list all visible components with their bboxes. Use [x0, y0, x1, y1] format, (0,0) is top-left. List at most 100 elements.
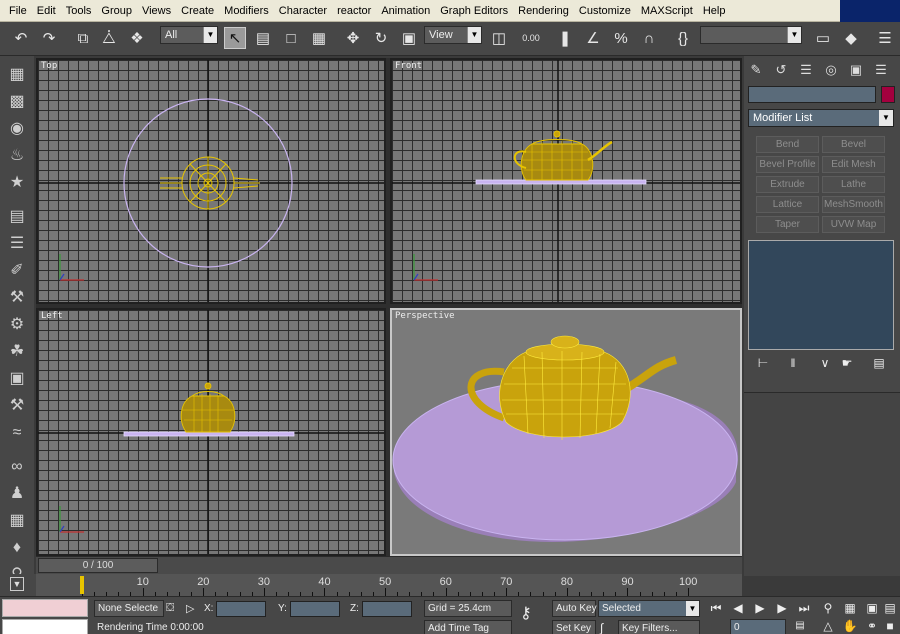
gear-icon[interactable]: ⚙ [6, 314, 28, 336]
viewport-top[interactable]: Top [36, 58, 386, 304]
menu-rendering[interactable]: Rendering [513, 0, 574, 22]
previous-frame-icon[interactable]: ◀ [728, 599, 748, 617]
named-selection-sets-dropdown[interactable]: ▼ [700, 26, 802, 44]
time-slider-track[interactable]: 0 / 100 [36, 556, 742, 574]
field-of-view-icon[interactable]: △ [818, 617, 838, 634]
time-configuration-icon[interactable]: ▤ [790, 617, 810, 634]
lamp-icon[interactable]: ☘ [6, 341, 28, 363]
pan-icon[interactable]: ✋ [840, 617, 860, 634]
make-unique-icon[interactable]: ∨ [814, 356, 836, 372]
menu-help[interactable]: Help [698, 0, 731, 22]
object-color-swatch[interactable] [881, 86, 895, 103]
modifier-button-meshsmooth[interactable]: MeshSmooth [822, 196, 885, 213]
display-tab-icon[interactable]: ▣ [846, 60, 866, 80]
snap-toggle-icon[interactable]: ❚ [554, 27, 576, 49]
motion-tab-icon[interactable]: ◎ [821, 60, 841, 80]
arc-rotate-icon[interactable]: ⚭ [862, 617, 882, 634]
next-frame-icon[interactable]: ▶ [772, 599, 792, 617]
menu-animation[interactable]: Animation [376, 0, 435, 22]
maxscript-listener-field[interactable] [2, 599, 88, 617]
modifier-list-dropdown[interactable]: Modifier List ▼ [748, 109, 894, 127]
percent-snap-icon[interactable]: % [610, 27, 632, 49]
object-name-field[interactable] [748, 86, 876, 103]
modifier-stack-view[interactable] [748, 240, 894, 350]
modifier-button-bevel-profile[interactable]: Bevel Profile [756, 156, 819, 173]
show-end-result-icon[interactable]: ‖ [782, 356, 804, 372]
menu-customize[interactable]: Customize [574, 0, 636, 22]
zoom-icon[interactable]: ⚲ [818, 599, 838, 617]
align-icon[interactable]: ◆ [840, 27, 862, 49]
y-coordinate-field[interactable] [290, 601, 340, 617]
menu-views[interactable]: Views [137, 0, 176, 22]
viewport-perspective[interactable]: Perspective [390, 308, 742, 556]
mirror-icon[interactable]: ▭ [812, 27, 834, 49]
edit-named-selection-icon[interactable]: {} [672, 27, 694, 49]
time-slider[interactable]: 0 / 100 [38, 558, 158, 573]
remove-modifier-icon[interactable]: ☛ [836, 356, 858, 372]
key-mode-dropdown[interactable]: Selected ▼ [598, 600, 700, 617]
scale-icon[interactable]: ▣ [398, 27, 420, 49]
modifier-button-lathe[interactable]: Lathe [822, 176, 885, 193]
track-bar[interactable]: 10 20 30 40 50 60 70 80 90 100 [36, 574, 742, 596]
add-time-tag-button[interactable]: Add Time Tag [424, 620, 512, 634]
rotate-icon[interactable]: ↻ [370, 27, 392, 49]
selection-filter-dropdown[interactable]: All ▼ [160, 26, 218, 44]
magnet-icon[interactable]: ∩ [638, 27, 660, 49]
current-frame-marker[interactable] [80, 576, 84, 594]
wave-icon[interactable]: ≈ [6, 422, 28, 444]
maxscript-output-field[interactable] [2, 619, 88, 634]
camera-icon[interactable]: ▣ [6, 368, 28, 390]
select-object-icon[interactable]: ↖ [224, 27, 246, 49]
spinner-snap-icon[interactable]: 0.00 [520, 27, 542, 49]
boxes-icon[interactable]: ▦ [6, 64, 28, 86]
modifier-button-edit-mesh[interactable]: Edit Mesh [822, 156, 885, 173]
pivot-center-icon[interactable]: ◫ [488, 27, 510, 49]
zoom-all-icon[interactable]: ▦ [840, 599, 860, 617]
modify-tab-icon[interactable]: ↺ [771, 60, 791, 80]
create-tab-icon[interactable]: ✎ [746, 60, 766, 80]
z-coordinate-field[interactable] [362, 601, 412, 617]
lock-icon[interactable]: ⛋ [166, 602, 174, 615]
absolute-mode-icon[interactable]: ▷ [186, 602, 194, 615]
stack-icon[interactable]: ☰ [6, 233, 28, 255]
menu-edit[interactable]: Edit [32, 0, 61, 22]
biped-icon[interactable]: ♟ [6, 483, 28, 505]
modifier-button-bevel[interactable]: Bevel [822, 136, 885, 153]
bind-to-space-warp-icon[interactable]: ❖ [126, 27, 148, 49]
sphere-icon[interactable]: ◉ [6, 118, 28, 140]
pin-stack-icon[interactable]: ⊢ [752, 356, 774, 372]
cloth-icon[interactable]: ▦ [6, 510, 28, 532]
brush-icon[interactable]: ✐ [6, 260, 28, 282]
key-tangent-icon[interactable]: ∫ [600, 621, 603, 634]
window-crossing-icon[interactable]: ▦ [308, 27, 330, 49]
key-icon[interactable]: ⚷ [520, 603, 532, 623]
open-mini-curve-editor-icon[interactable]: ▼ [10, 577, 24, 591]
modifier-button-bend[interactable]: Bend [756, 136, 819, 153]
select-and-link-icon[interactable]: ⧉ [72, 27, 94, 49]
unlink-selection-icon[interactable]: ⧊ [98, 27, 120, 49]
configure-modifier-sets-icon[interactable]: ▤ [868, 356, 890, 372]
layer-manager-icon[interactable]: ☰ [874, 27, 896, 49]
menu-maxscript[interactable]: MAXScript [636, 0, 698, 22]
menu-reactor[interactable]: reactor [332, 0, 376, 22]
current-frame-field[interactable]: 0 [730, 619, 786, 634]
rectangular-selection-icon[interactable]: □ [280, 27, 302, 49]
menu-modifiers[interactable]: Modifiers [219, 0, 274, 22]
select-by-name-icon[interactable]: ▤ [252, 27, 274, 49]
go-to-end-icon[interactable]: ⏭ [794, 599, 814, 617]
modifier-button-extrude[interactable]: Extrude [756, 176, 819, 193]
key-filters-button[interactable]: Key Filters... [618, 620, 700, 634]
menu-group[interactable]: Group [96, 0, 137, 22]
move-icon[interactable]: ✥ [342, 27, 364, 49]
viewport-front[interactable]: Front [390, 58, 742, 304]
angle-snap-icon[interactable]: ∠ [582, 27, 604, 49]
go-to-start-icon[interactable]: ⏮ [706, 599, 726, 617]
modifier-button-uvw-map[interactable]: UVW Map [822, 216, 885, 233]
zoom-extents-icon[interactable]: ▣ [862, 599, 882, 617]
play-icon[interactable]: ▶ [750, 599, 770, 617]
brick-icon[interactable]: ▤ [6, 206, 28, 228]
auto-key-button[interactable]: Auto Key [552, 600, 597, 617]
maximize-viewport-icon[interactable]: ■ [880, 617, 900, 634]
wrench-icon[interactable]: ⚒ [6, 395, 28, 417]
reference-coordinate-dropdown[interactable]: View ▼ [424, 26, 482, 44]
